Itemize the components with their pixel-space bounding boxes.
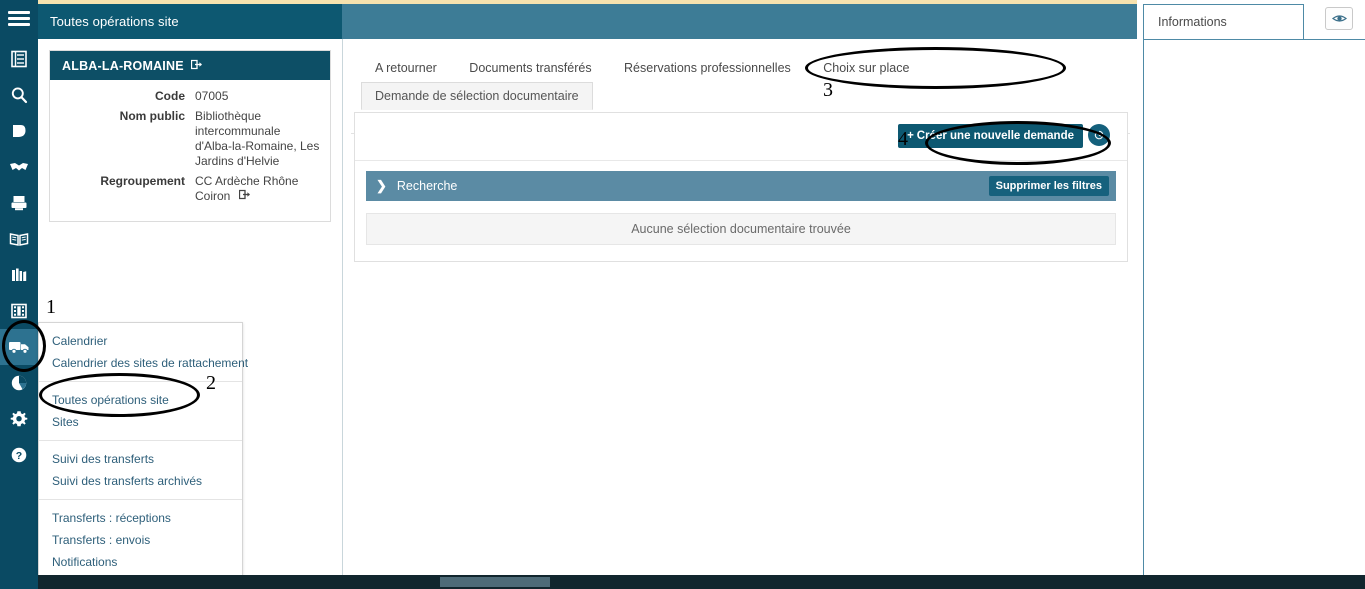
sidebar-item-notices[interactable] [0,41,38,77]
empty-results-message: Aucune sélection documentaire trouvée [366,213,1116,245]
menu-group: Toutes opérations site Sites [39,381,242,440]
header-title-segment: Toutes opérations site [38,4,342,39]
external-link-icon[interactable] [235,189,250,203]
search-section-title: Recherche [396,179,458,193]
right-tab-bar: Informations [1137,0,1365,39]
horizontal-scrollbar[interactable] [0,575,1365,589]
sidebar-item-aide[interactable]: ? [0,437,38,473]
horizontal-scrollbar-thumb[interactable] [440,577,550,587]
left-column: ALBA-LA-ROMAINE Code 07005 Nom public Bi [38,39,342,581]
sidebar-item-parametres[interactable] [0,401,38,437]
history-icon-button[interactable] [1088,124,1110,146]
search-icon [11,87,28,104]
menu-item-calendrier-sites-rattachement[interactable]: Calendrier des sites de rattachement [39,352,248,374]
create-new-request-label: Créer une nouvelle demande [916,130,1074,142]
tab-a-retourner[interactable]: A retourner [361,54,451,82]
eye-icon-button[interactable] [1325,7,1353,30]
info-value: 07005 [195,89,229,103]
main-content-pane: A retourner Documents transférés Réserva… [342,39,1138,575]
tab-choix-sur-place[interactable]: Choix sur place [809,54,923,82]
site-info-card-header: ALBA-LA-ROMAINE [50,51,330,80]
sidebar-item-etiquettes[interactable] [0,113,38,149]
info-label: Nom public [119,109,185,123]
menu-group: Calendrier Calendrier des sites de ratta… [39,323,248,381]
sidebar-item-transferts[interactable] [0,329,38,365]
open-book-icon [9,233,29,246]
application-window: Toutes opérations site ? ALBA-LA-ROMAINE… [0,0,1365,589]
tab-reservations-professionnelles[interactable]: Réservations professionnelles [610,54,805,82]
sidebar-item-collections[interactable] [0,257,38,293]
site-info-card-body: Code 07005 Nom public Bibliothèque inter… [50,80,330,221]
tab-demande-de-selection-documentaire[interactable]: Demande de sélection documentaire [361,82,593,110]
info-row-regroupement: Regroupement CC Ardèche Rhône Coiron [50,174,320,204]
sidebar-item-multimedia[interactable] [0,293,38,329]
truck-icon [9,342,29,354]
chevron-right-icon: ❯ [376,178,387,193]
info-value: Bibliothèque intercommunale d'Alba-la-Ro… [195,109,320,168]
page-title: Toutes opérations site [50,14,179,29]
create-new-request-button[interactable]: + Créer une nouvelle demande [898,124,1083,148]
tab-informations-label: Informations [1158,15,1227,29]
tag-icon [13,125,26,137]
handshake-icon [10,163,28,171]
menu-item-suivi-des-transferts-archives[interactable]: Suivi des transferts archivés [39,470,242,492]
header-menu-area [0,0,38,39]
sidebar-item-statistiques[interactable] [0,365,38,401]
tab-informations[interactable]: Informations [1143,4,1304,39]
tab-bar-row1: A retourner Documents transférés Réserva… [343,39,1138,110]
menu-item-calendrier[interactable]: Calendrier [39,330,242,352]
film-icon [11,303,27,319]
transfers-dropdown-menu: Calendrier Calendrier des sites de ratta… [38,322,248,581]
info-row-code: Code 07005 [50,89,320,104]
right-pane: Informations [1137,0,1365,575]
svg-text:?: ? [16,450,22,462]
menu-item-transferts-receptions[interactable]: Transferts : réceptions [39,507,242,529]
tab-documents-transferes[interactable]: Documents transférés [455,54,605,82]
menu-item-toutes-operations-site[interactable]: Toutes opérations site [39,389,242,411]
menu-item-transferts-envois[interactable]: Transferts : envois [39,529,242,551]
site-info-card: ALBA-LA-ROMAINE Code 07005 Nom public Bi [49,50,331,222]
site-name: ALBA-LA-ROMAINE [62,58,184,73]
menu-group: Transferts : réceptions Transferts : env… [39,499,242,580]
history-icon [1094,130,1104,140]
help-icon: ? [11,447,27,463]
menu-group: Suivi des transferts Suivi des transfert… [39,440,242,499]
hamburger-icon[interactable] [8,11,30,27]
bookshelf-icon [12,268,27,281]
clear-filters-button[interactable]: Supprimer les filtres [988,176,1109,196]
sidebar-item-prets[interactable] [0,185,38,221]
info-value-wrap: CC Ardèche Rhône Coiron [195,174,320,204]
document-list-icon [11,50,27,68]
sidebar-item-partenaires[interactable] [0,149,38,185]
menu-item-notifications[interactable]: Notifications [39,551,242,573]
eye-icon [1331,15,1347,22]
info-label: Code [155,89,185,103]
info-row-nom-public: Nom public Bibliothèque intercommunale d… [50,109,320,169]
menu-item-sites[interactable]: Sites [39,411,242,433]
pie-chart-icon [11,375,27,391]
content-panel: + Créer une nouvelle demande ❯ Recherche … [354,112,1128,262]
right-pane-body [1143,39,1365,575]
plus-icon: + [907,130,914,142]
sidebar-item-recherche[interactable] [0,77,38,113]
menu-item-suivi-des-transferts[interactable]: Suivi des transferts [39,448,242,470]
sidebar-rail: ? [0,39,38,575]
sidebar-rail-bottom [0,575,38,589]
sidebar-item-catalogue[interactable] [0,221,38,257]
external-link-icon[interactable] [190,59,203,73]
info-label: Regroupement [100,174,185,188]
search-section-header[interactable]: ❯ Recherche Supprimer les filtres [366,171,1116,201]
panel-toolbar: + Créer une nouvelle demande [355,113,1127,161]
scanner-icon [11,196,27,211]
gear-icon [10,411,28,427]
